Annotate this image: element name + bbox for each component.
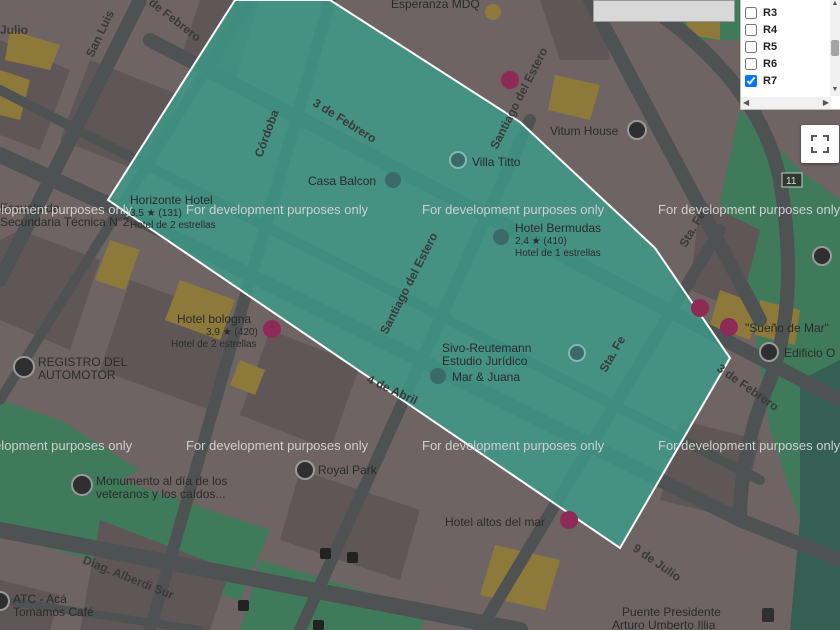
- vertical-scrollbar[interactable]: ▲ ▼: [830, 0, 840, 96]
- hotel-icon: [263, 320, 281, 338]
- place-label: AUTOMOTOR: [38, 368, 116, 382]
- pin-icon: [485, 4, 501, 20]
- place-label: Sivo-Reutemann: [442, 341, 531, 355]
- horizontal-scrollbar[interactable]: ◀ ▶: [741, 97, 831, 109]
- pin-icon: [71, 474, 93, 496]
- watermark: For development purposes only: [422, 202, 605, 217]
- pin-icon: [627, 120, 647, 140]
- map-canvas[interactable]: San Luis 3 de Febrero Córdoba Santiago d…: [0, 0, 840, 630]
- layer-label: R4: [763, 23, 778, 36]
- layer-panel: R3 R4 R5 R6 R7 ▲ ▼ ◀ ▶: [740, 0, 840, 110]
- layer-checkbox[interactable]: [745, 57, 757, 70]
- place-label: Vitum House: [550, 124, 619, 138]
- place-label: Puente Presidente: [622, 605, 721, 619]
- place-label: Hotel Bermudas: [515, 221, 601, 235]
- place-label: Hotel de 2 estrellas: [171, 339, 257, 350]
- watermark: For development purposes only: [0, 438, 133, 453]
- place-label: Villa Titto: [472, 155, 521, 169]
- layer-label: R5: [763, 40, 778, 53]
- place-label: Secundaria Técnica N°2: [0, 215, 130, 229]
- watermark: For development purposes only: [186, 202, 369, 217]
- layer-checkbox[interactable]: [745, 74, 757, 87]
- place-label: Monumento al día de los: [96, 474, 227, 488]
- place-label: Mar & Juana: [452, 370, 520, 384]
- watermark: For development purposes only: [658, 438, 840, 453]
- hotel-icon: [560, 511, 578, 529]
- pin-icon: [13, 356, 35, 378]
- place-label: REGISTRO DEL: [38, 355, 128, 369]
- hotel-icon: [430, 368, 446, 384]
- pin-icon: [0, 591, 10, 611]
- place-label: ATC - Acá: [13, 592, 67, 606]
- hotel-icon: [720, 318, 738, 336]
- layer-item-r5[interactable]: R5: [745, 38, 777, 55]
- layer-item-r7[interactable]: R7: [745, 72, 777, 89]
- place-label: Esperanza MDQ: [391, 0, 480, 11]
- scroll-right-icon[interactable]: ▶: [823, 97, 829, 109]
- place-label: Edificio O: [784, 346, 835, 360]
- layer-label: R6: [763, 57, 778, 70]
- layer-item-r4[interactable]: R4: [745, 21, 777, 38]
- scroll-left-icon[interactable]: ◀: [743, 97, 749, 109]
- place-label: Royal Park: [318, 463, 378, 477]
- place-label: Hotel de 1 estrellas: [515, 248, 601, 259]
- bus-stop-icon: [320, 548, 331, 559]
- layer-item-r3[interactable]: R3: [745, 4, 777, 21]
- watermark: For development purposes only: [186, 438, 369, 453]
- place-label: 3,9 ★ (420): [206, 327, 258, 338]
- place-label: 2,4 ★ (410): [515, 236, 567, 247]
- place-label: veteranos y los caídos...: [96, 487, 225, 501]
- search-input[interactable]: [593, 0, 735, 22]
- layer-checkbox[interactable]: [745, 40, 757, 53]
- bus-stop-icon: [762, 608, 774, 622]
- street-label: Julio: [0, 23, 28, 37]
- layer-label: R7: [763, 74, 778, 87]
- route-label: 11: [786, 176, 797, 187]
- layer-checkbox[interactable]: [745, 23, 757, 36]
- hotel-icon: [385, 172, 401, 188]
- place-label: Tomamos Café: [13, 605, 94, 619]
- watermark: For development purposes only: [658, 202, 840, 217]
- watermark: For development purposes only: [422, 438, 605, 453]
- scroll-thumb[interactable]: [831, 40, 839, 56]
- watermark: For development purposes only: [0, 202, 133, 217]
- bus-stop-icon: [238, 600, 249, 611]
- bus-stop-icon: [313, 620, 324, 630]
- fullscreen-icon: [811, 135, 829, 153]
- place-label: Hotel bologna: [177, 312, 251, 326]
- place-label: Arturo Umberto Illia: [612, 618, 716, 630]
- layer-checkbox[interactable]: [745, 6, 757, 19]
- place-label: Estudio Jurídico: [442, 354, 528, 368]
- place-label: Hotel altos del mar: [445, 515, 545, 529]
- place-label: "Sueño de Mar": [745, 321, 829, 335]
- place-label: Hotel de 2 estrellas: [130, 220, 216, 231]
- layer-item-r6[interactable]: R6: [745, 55, 777, 72]
- bus-stop-icon: [347, 552, 358, 563]
- pin-icon: [759, 342, 779, 362]
- pin-icon: [449, 151, 467, 169]
- scroll-down-icon[interactable]: ▼: [831, 86, 839, 94]
- hotel-icon: [501, 71, 519, 89]
- hotel-icon: [493, 229, 509, 245]
- fullscreen-button[interactable]: [801, 125, 839, 163]
- place-label: Casa Balcon: [308, 174, 376, 188]
- scroll-up-icon[interactable]: ▲: [831, 0, 839, 8]
- pin-icon: [295, 460, 315, 480]
- place-label: 3,5 ★ (131): [130, 208, 182, 219]
- pin-icon: [568, 344, 586, 362]
- hotel-icon: [691, 299, 709, 317]
- layer-label: R3: [763, 6, 778, 19]
- pin-icon: [812, 246, 832, 266]
